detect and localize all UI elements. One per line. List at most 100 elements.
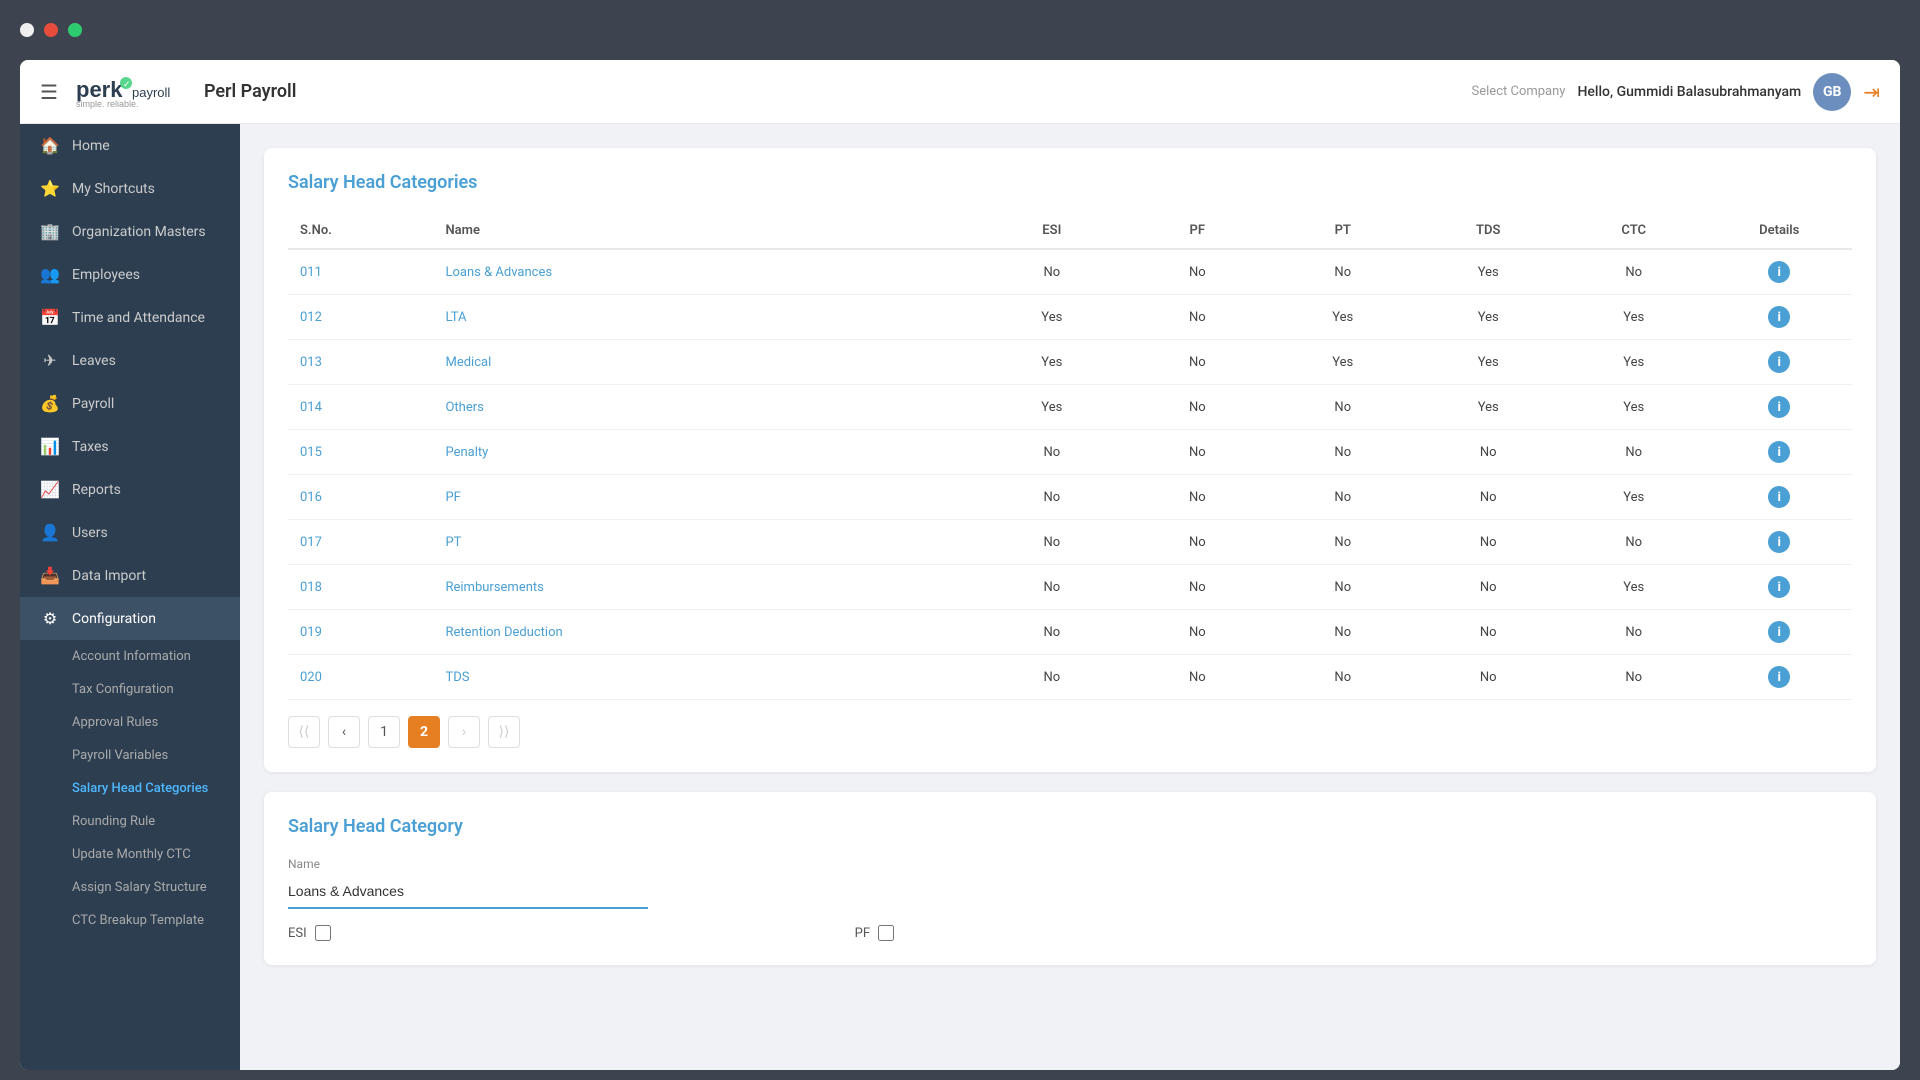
sidebar-item-label-users: Users: [72, 525, 108, 541]
cell-pf: No: [1125, 385, 1270, 430]
pagination-next[interactable]: ›: [448, 716, 480, 748]
svg-text:✓: ✓: [123, 79, 131, 89]
cell-sno: 013: [288, 340, 433, 385]
sidebar-sub-payroll-variables[interactable]: Payroll Variables: [20, 739, 240, 772]
logout-icon[interactable]: ⇥: [1863, 80, 1880, 104]
cell-name[interactable]: PT: [433, 520, 979, 565]
info-button[interactable]: i: [1768, 486, 1790, 508]
users-icon: 👤: [40, 523, 60, 542]
sidebar-sub-approval-rules[interactable]: Approval Rules: [20, 706, 240, 739]
th-esi: ESI: [979, 213, 1124, 249]
minimize-button[interactable]: [44, 23, 58, 37]
info-button[interactable]: i: [1768, 621, 1790, 643]
salary-head-category-form-card: Salary Head Category Name ESI PF: [264, 792, 1876, 965]
info-button[interactable]: i: [1768, 576, 1790, 598]
cell-details[interactable]: i: [1706, 520, 1852, 565]
info-button[interactable]: i: [1768, 351, 1790, 373]
pagination-first[interactable]: ⟨⟨: [288, 716, 320, 748]
sidebar-sub-assign-salary-structure[interactable]: Assign Salary Structure: [20, 871, 240, 904]
salary-head-categories-table: S.No. Name ESI PF PT TDS CTC Details 011…: [288, 213, 1852, 700]
cell-esi: No: [979, 520, 1124, 565]
cell-ctc: No: [1561, 655, 1706, 700]
sidebar-item-organization-masters[interactable]: 🏢 Organization Masters: [20, 210, 240, 253]
cell-details[interactable]: i: [1706, 475, 1852, 520]
close-button[interactable]: [20, 23, 34, 37]
sidebar-item-employees[interactable]: 👥 Employees: [20, 253, 240, 296]
sidebar-item-label-time-attendance: Time and Attendance: [72, 310, 205, 326]
table-row: 016 PF No No No No Yes i: [288, 475, 1852, 520]
info-button[interactable]: i: [1768, 306, 1790, 328]
info-button[interactable]: i: [1768, 441, 1790, 463]
table-row: 020 TDS No No No No No i: [288, 655, 1852, 700]
sidebar-item-label-taxes: Taxes: [72, 439, 109, 455]
cell-name[interactable]: Penalty: [433, 430, 979, 475]
sidebar-item-my-shortcuts[interactable]: ⭐ My Shortcuts: [20, 167, 240, 210]
cell-details[interactable]: i: [1706, 295, 1852, 340]
esi-label: ESI: [288, 926, 307, 941]
sidebar-sub-tax-configuration[interactable]: Tax Configuration: [20, 673, 240, 706]
cell-name[interactable]: Loans & Advances: [433, 249, 979, 295]
esi-checkbox[interactable]: [315, 925, 331, 941]
table-row: 014 Others Yes No No Yes Yes i: [288, 385, 1852, 430]
cell-sno: 011: [288, 249, 433, 295]
cell-name[interactable]: Reimbursements: [433, 565, 979, 610]
cell-esi: No: [979, 565, 1124, 610]
table-row: 012 LTA Yes No Yes Yes Yes i: [288, 295, 1852, 340]
info-button[interactable]: i: [1768, 396, 1790, 418]
maximize-button[interactable]: [68, 23, 82, 37]
cell-name[interactable]: Retention Deduction: [433, 610, 979, 655]
sidebar-sub-account-information[interactable]: Account Information: [20, 640, 240, 673]
pagination-prev[interactable]: ‹: [328, 716, 360, 748]
pagination-last[interactable]: ⟩⟩: [488, 716, 520, 748]
user-greeting: Hello, Gummidi Balasubrahmanyam: [1577, 84, 1801, 100]
cell-ctc: Yes: [1561, 475, 1706, 520]
sidebar-item-time-attendance[interactable]: 📅 Time and Attendance: [20, 296, 240, 339]
cell-name[interactable]: LTA: [433, 295, 979, 340]
cell-name[interactable]: Medical: [433, 340, 979, 385]
cell-pt: No: [1270, 475, 1415, 520]
cell-esi: No: [979, 475, 1124, 520]
sidebar-item-home[interactable]: 🏠 Home: [20, 124, 240, 167]
cell-name[interactable]: TDS: [433, 655, 979, 700]
info-button[interactable]: i: [1768, 261, 1790, 283]
pagination-page-2[interactable]: 2: [408, 716, 440, 748]
th-ctc: CTC: [1561, 213, 1706, 249]
cell-details[interactable]: i: [1706, 430, 1852, 475]
sidebar-item-payroll[interactable]: 💰 Payroll: [20, 382, 240, 425]
sidebar-sub-ctc-breakup-template[interactable]: CTC Breakup Template: [20, 904, 240, 937]
sidebar-item-users[interactable]: 👤 Users: [20, 511, 240, 554]
cell-name[interactable]: Others: [433, 385, 979, 430]
cell-details[interactable]: i: [1706, 385, 1852, 430]
cell-tds: Yes: [1416, 385, 1561, 430]
cell-pt: No: [1270, 430, 1415, 475]
sidebar-item-taxes[interactable]: 📊 Taxes: [20, 425, 240, 468]
sidebar-sub-update-monthly-ctc[interactable]: Update Monthly CTC: [20, 838, 240, 871]
cell-details[interactable]: i: [1706, 610, 1852, 655]
cell-details[interactable]: i: [1706, 249, 1852, 295]
cell-esi: No: [979, 430, 1124, 475]
sidebar-item-data-import[interactable]: 📥 Data Import: [20, 554, 240, 597]
name-input[interactable]: [288, 875, 648, 909]
cell-details[interactable]: i: [1706, 655, 1852, 700]
cell-details[interactable]: i: [1706, 340, 1852, 385]
svg-text:payroll: payroll: [132, 85, 170, 100]
sidebar-item-configuration[interactable]: ⚙ Configuration: [20, 597, 240, 640]
cell-pf: No: [1125, 610, 1270, 655]
info-button[interactable]: i: [1768, 666, 1790, 688]
pf-checkbox[interactable]: [878, 925, 894, 941]
th-sno: S.No.: [288, 213, 433, 249]
data-import-icon: 📥: [40, 566, 60, 585]
hamburger-menu[interactable]: ☰: [40, 80, 58, 104]
cell-details[interactable]: i: [1706, 565, 1852, 610]
info-button[interactable]: i: [1768, 531, 1790, 553]
cell-pt: No: [1270, 385, 1415, 430]
cell-name[interactable]: PF: [433, 475, 979, 520]
sidebar-sub-salary-head-categories[interactable]: Salary Head Categories: [20, 772, 240, 805]
sidebar-sub-rounding-rule[interactable]: Rounding Rule: [20, 805, 240, 838]
pagination-page-1[interactable]: 1: [368, 716, 400, 748]
logo-icon: perk payroll simple. reliable. ✓: [74, 73, 184, 111]
sidebar-item-leaves[interactable]: ✈ Leaves: [20, 339, 240, 382]
sidebar-item-reports[interactable]: 📈 Reports: [20, 468, 240, 511]
cell-ctc: Yes: [1561, 295, 1706, 340]
sidebar-item-label-home: Home: [72, 138, 110, 154]
